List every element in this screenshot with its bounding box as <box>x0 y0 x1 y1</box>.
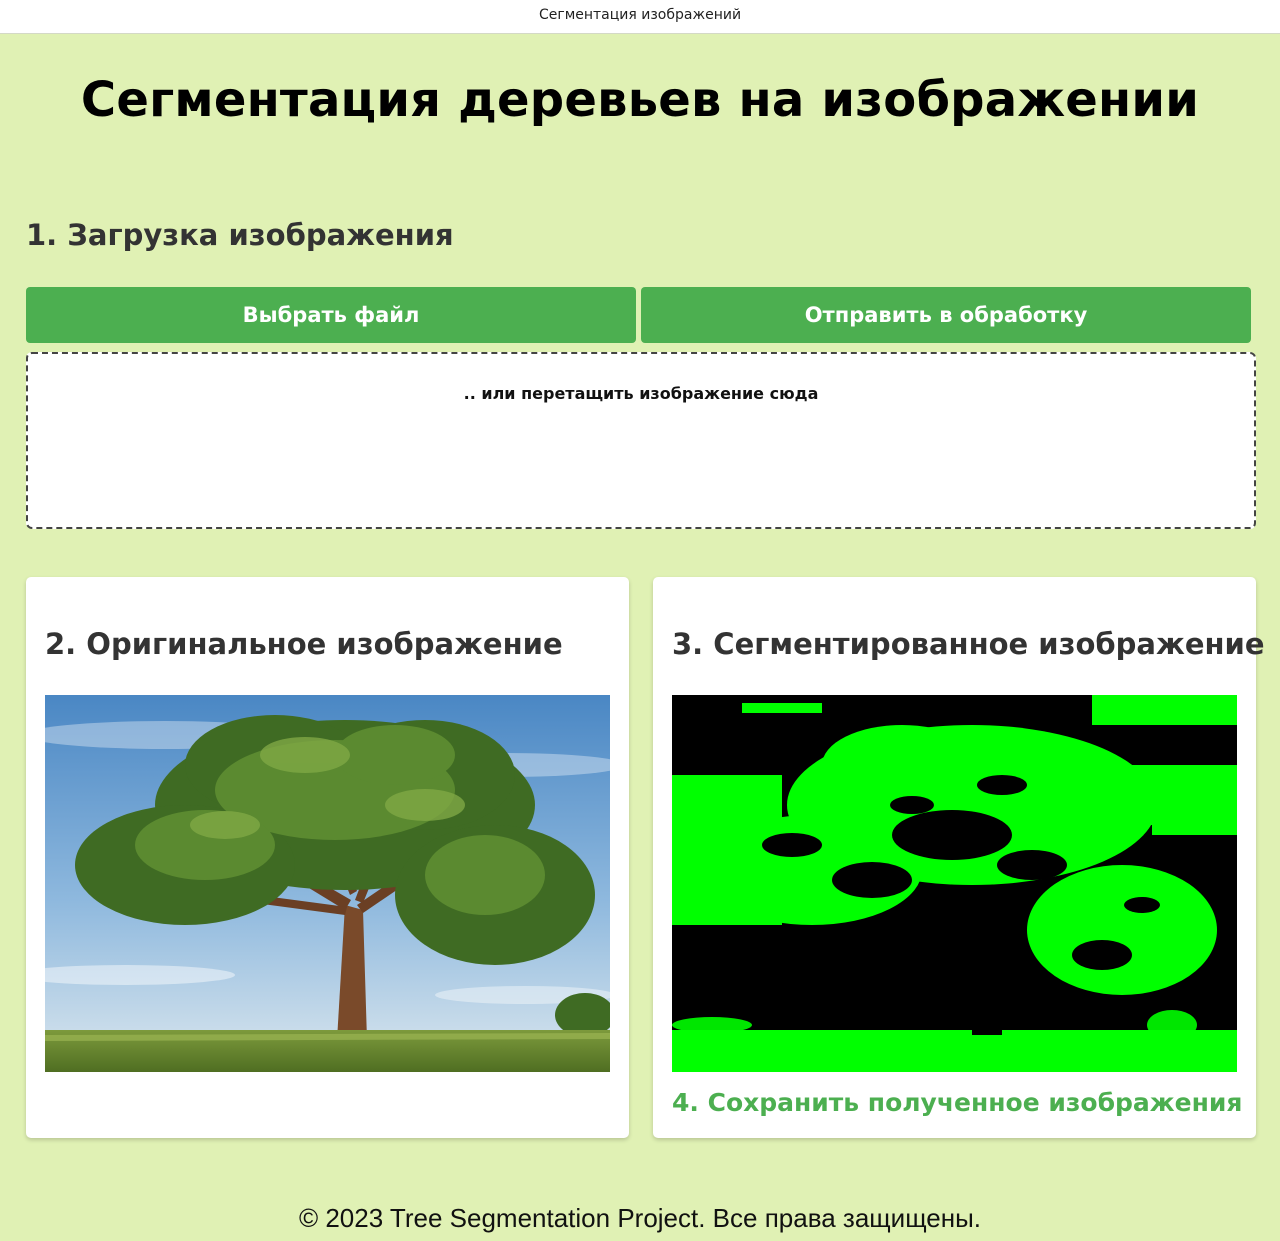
browser-tab-title[interactable]: Сегментация изображений <box>0 7 1280 23</box>
image-dropzone[interactable]: .. или перетащить изображение сюда <box>26 352 1256 529</box>
submit-processing-button[interactable]: Отправить в обработку <box>641 287 1251 343</box>
original-tree-image <box>45 695 610 1072</box>
browser-tab-bar: Сегментация изображений <box>0 0 1280 34</box>
original-image-heading: 2. Оригинальное изображение <box>45 627 563 661</box>
save-result-link[interactable]: 4. Сохранить полученное изображения <box>672 1088 1242 1117</box>
choose-file-button[interactable]: Выбрать файл <box>26 287 636 343</box>
dropzone-hint: .. или перетащить изображение сюда <box>463 384 819 403</box>
footer-copyright: © 2023 Tree Segmentation Project. Все пр… <box>298 1203 982 1233</box>
page-title: Сегментация деревьев на изображении <box>80 72 1200 128</box>
original-image-card: 2. Оригинальное изображение <box>26 577 629 1138</box>
segmented-image-card: 3. Сегментированное изображение 4. Сохра… <box>653 577 1265 1138</box>
segmented-image-heading: 3. Сегментированное изображение <box>672 627 1265 661</box>
segmented-tree-image <box>672 695 1237 1072</box>
upload-section-heading: 1. Загрузка изображения <box>26 218 454 252</box>
